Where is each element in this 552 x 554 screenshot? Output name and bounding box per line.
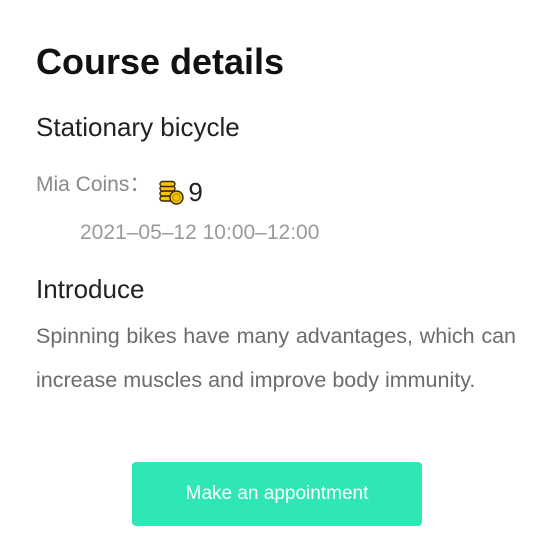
coins-row: Mia Coins： 9: [36, 168, 203, 208]
course-schedule: 2021–05–12 10:00–12:00: [80, 221, 320, 244]
coins-label: Mia Coins：: [36, 173, 151, 196]
coins-icon: [158, 180, 185, 206]
page-title: Course details: [36, 41, 285, 82]
make-appointment-button[interactable]: Make an appointment: [132, 462, 422, 526]
intro-text: Spinning bikes have many advantages, whi…: [36, 324, 516, 392]
intro-heading: Introduce: [36, 274, 145, 304]
coins-value: 9: [188, 177, 203, 207]
course-name: Stationary bicycle: [36, 112, 240, 142]
